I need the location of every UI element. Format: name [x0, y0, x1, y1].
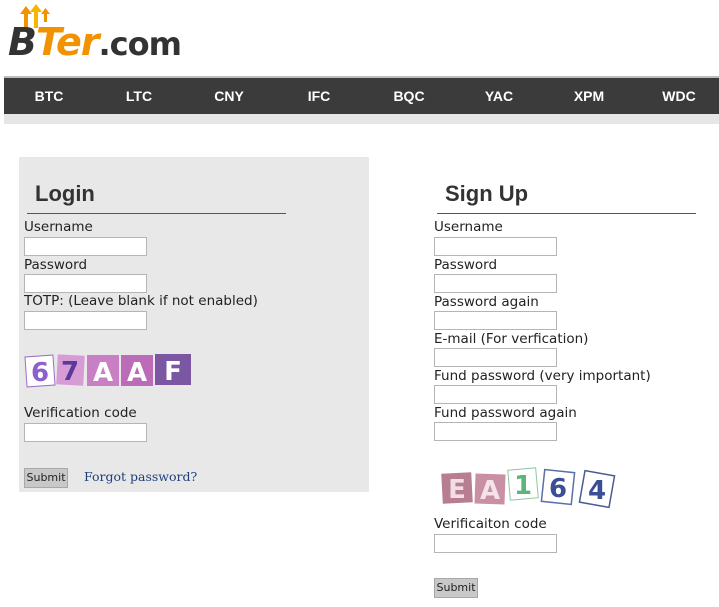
svg-text:1: 1 [514, 471, 532, 501]
signup-username-label: Username [434, 219, 503, 235]
nav-item-yac[interactable]: YAC [469, 78, 529, 114]
signup-fund-password-again-label: Fund password again [434, 405, 577, 421]
signup-captcha-glyphs: E A 1 6 4 [441, 467, 616, 509]
signup-username-input[interactable] [434, 237, 557, 256]
logo-ter: Ter [35, 20, 100, 64]
svg-text:6: 6 [549, 474, 567, 504]
logo-wordmark: BTer.com [8, 20, 182, 64]
nav-item-cny[interactable]: CNY [199, 78, 259, 114]
logo-b: B [8, 20, 37, 64]
forgot-password-link[interactable]: Forgot password? [84, 469, 197, 484]
signup-email-label: E-mail (For verfication) [434, 331, 589, 347]
signup-password-label: Password [434, 257, 498, 273]
header: BTer.com [0, 0, 719, 72]
signup-title: Sign Up [445, 181, 529, 206]
nav-item-wdc[interactable]: WDC [649, 78, 709, 114]
svg-text:7: 7 [61, 357, 79, 387]
signup-panel: Sign Up Username Password Password again… [429, 157, 719, 607]
signup-fund-password-again-input[interactable] [434, 422, 557, 441]
logo-com: .com [98, 25, 182, 63]
login-title: Login [35, 181, 95, 206]
svg-text:A: A [480, 476, 500, 506]
login-panel: Login Username Password TOTP: (Leave bla… [19, 157, 369, 492]
currency-nav: BTC LTC CNY IFC BQC YAC XPM WDC [4, 76, 719, 114]
signup-title-divider [437, 213, 696, 214]
svg-text:A: A [93, 358, 113, 388]
signup-email-input[interactable] [434, 348, 557, 367]
signup-verification-label: Verificaiton code [434, 516, 547, 532]
svg-text:A: A [127, 358, 147, 388]
login-username-input[interactable] [24, 237, 147, 256]
nav-item-ifc[interactable]: IFC [289, 78, 349, 114]
signup-fund-password-input[interactable] [434, 385, 557, 404]
login-verification-label: Verification code [24, 405, 137, 421]
svg-text:4: 4 [588, 476, 606, 506]
nav-item-btc[interactable]: BTC [19, 78, 79, 114]
login-username-label: Username [24, 219, 93, 235]
login-totp-label: TOTP: (Leave blank if not enabled) [24, 293, 258, 309]
nav-item-ltc[interactable]: LTC [109, 78, 169, 114]
login-title-divider [27, 213, 286, 214]
signup-submit-button[interactable]: Submit [434, 578, 478, 598]
bter-logo[interactable]: BTer.com [8, 4, 223, 66]
login-verification-input[interactable] [24, 423, 147, 442]
login-password-label: Password [24, 257, 88, 273]
nav-item-bqc[interactable]: BQC [379, 78, 439, 114]
signup-password-again-input[interactable] [434, 311, 557, 330]
signup-password-again-label: Password again [434, 294, 539, 310]
signup-fund-password-label: Fund password (very important) [434, 368, 651, 384]
signup-verification-input[interactable] [434, 534, 557, 553]
nav-item-xpm[interactable]: XPM [559, 78, 619, 114]
login-totp-input[interactable] [24, 311, 147, 330]
nav-divider [4, 114, 719, 124]
svg-text:E: E [448, 475, 466, 505]
svg-text:6: 6 [31, 358, 49, 388]
signup-password-input[interactable] [434, 274, 557, 293]
login-captcha-glyphs: 6 7 A A F [24, 354, 191, 388]
login-submit-button[interactable]: Submit [24, 468, 68, 488]
svg-text:F: F [164, 357, 182, 387]
login-captcha-image: 6 7 A A F [24, 354, 191, 388]
signup-captcha-image: E A 1 6 4 [441, 467, 616, 509]
login-password-input[interactable] [24, 274, 147, 293]
